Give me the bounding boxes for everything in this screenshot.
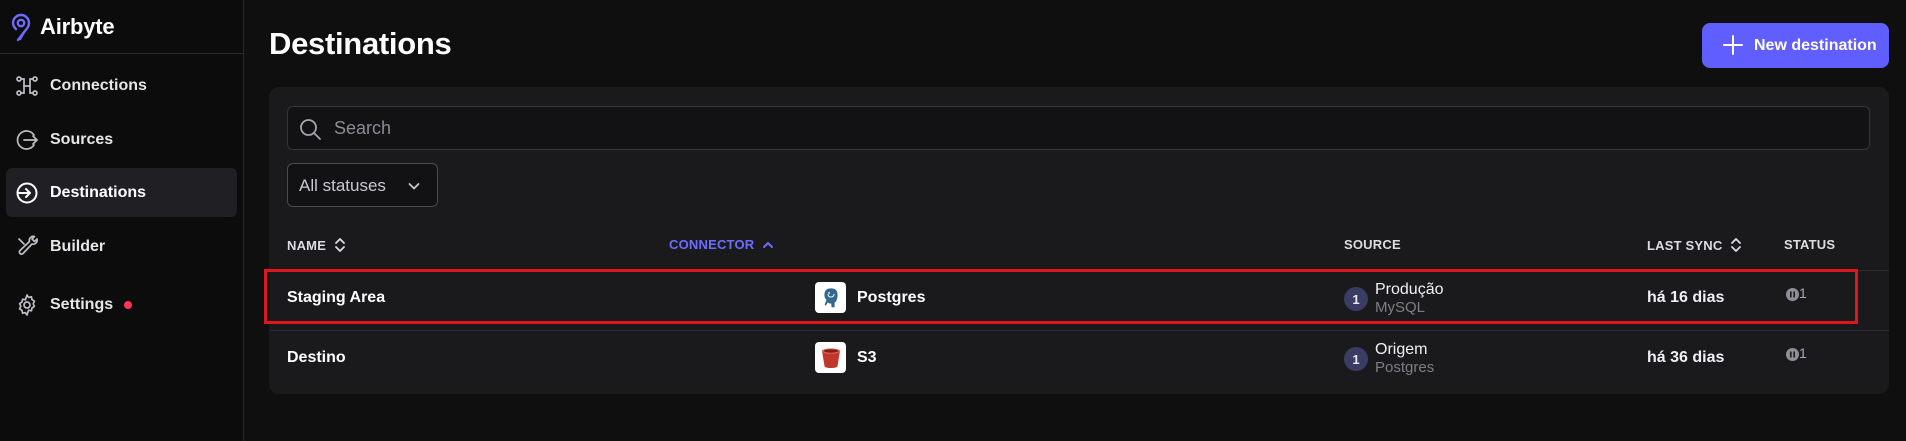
chevron-down-icon [406,178,422,194]
paused-status-icon [1786,288,1799,301]
sidebar: Airbyte Connections Sources Destinations… [0,0,244,441]
source-type: Postgres [1375,359,1435,376]
status-count: 1 [1799,285,1807,301]
table-row[interactable]: Staging Area Postgres 1 Produção MySQL h… [269,270,1889,328]
source-type: MySQL [1375,299,1426,316]
sidebar-item-sources[interactable]: Sources [6,115,237,164]
sidebar-item-label: Sources [50,130,114,148]
search-box[interactable] [287,106,1870,150]
sidebar-item-label: Builder [50,237,106,255]
destination-name: Staging Area [287,289,386,306]
sidebar-item-label: Connections [50,76,147,94]
sort-updown-icon [1731,238,1742,252]
column-header-last-sync[interactable]: LAST SYNC [1647,237,1742,253]
column-header-connector[interactable]: CONNECTOR [669,237,774,252]
destinations-icon [14,180,40,206]
source-count-badge: 1 [1344,347,1368,371]
gear-icon [14,292,40,318]
sidebar-item-settings[interactable]: Settings [6,280,237,329]
status-filter-dropdown[interactable]: All statuses [287,163,438,207]
column-header-status: STATUS [1784,237,1835,252]
new-destination-button[interactable]: New destination [1702,23,1889,68]
sort-ascending-icon [763,241,774,248]
sidebar-item-destinations[interactable]: Destinations [6,168,237,217]
sidebar-item-label: Destinations [50,183,147,201]
sidebar-item-label: Settings [50,295,114,313]
sidebar-item-builder[interactable]: Builder [6,222,237,271]
column-header-label: SOURCE [1344,237,1401,252]
status-count: 1 [1799,345,1807,361]
connector-name: S3 [857,349,877,366]
airbyte-logo-icon [8,11,38,43]
s3-bucket-icon [815,342,846,373]
sidebar-item-connections[interactable]: Connections [6,61,237,110]
sort-updown-icon [335,238,345,252]
app-window: Airbyte Connections Sources Destinations… [0,0,1906,441]
paused-status-icon [1786,348,1799,361]
builder-icon [14,234,40,260]
sources-icon [14,127,40,153]
destinations-card: All statuses NAME CONNECTOR SOURCE LAST … [269,87,1889,394]
search-icon [298,117,322,141]
source-count-badge: 1 [1344,287,1368,311]
settings-alert-dot [124,300,132,309]
column-header-label: STATUS [1784,237,1836,252]
page-title: Destinations [269,26,452,61]
last-sync-value: há 36 dias [1647,349,1725,366]
column-header-name[interactable]: NAME [287,237,346,253]
table-row[interactable]: Destino S3 1 Origem Postgres há 36 dias [269,330,1889,388]
plus-icon [1722,34,1744,56]
column-header-label: NAME [287,237,327,253]
search-input[interactable] [334,107,1854,149]
status-filter-value: All statuses [299,176,386,195]
column-header-label: CONNECTOR [669,237,755,252]
source-name[interactable]: Origem [1375,341,1427,359]
postgres-icon [815,282,846,313]
column-header-source: SOURCE [1344,237,1401,252]
column-header-label: LAST SYNC [1647,237,1723,253]
new-destination-label: New destination [1754,36,1877,54]
last-sync-value: há 16 dias [1647,289,1725,306]
brand[interactable]: Airbyte [0,0,243,54]
brand-name: Airbyte [40,13,115,39]
source-name[interactable]: Produção [1375,281,1444,299]
destination-name: Destino [287,349,346,366]
connector-name: Postgres [857,289,926,306]
connections-icon [14,73,40,99]
